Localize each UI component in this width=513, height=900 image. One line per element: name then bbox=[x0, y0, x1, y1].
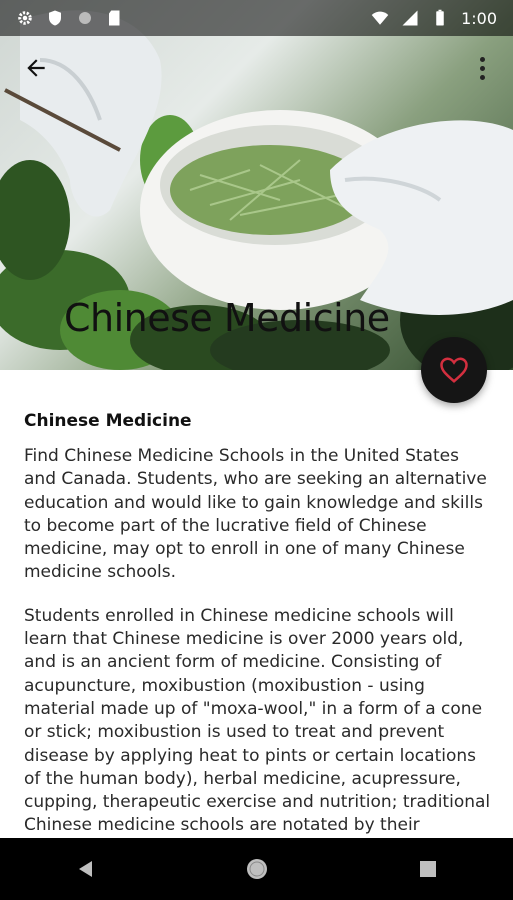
status-time: 1:00 bbox=[461, 8, 497, 28]
more-vert-icon bbox=[479, 56, 485, 62]
nav-recents-button[interactable] bbox=[398, 844, 458, 894]
article-title: Chinese Medicine bbox=[24, 411, 192, 431]
nav-home-button[interactable] bbox=[227, 844, 287, 894]
more-vert-dot bbox=[479, 74, 485, 80]
status-right-icons: 1:00 bbox=[371, 9, 497, 28]
battery-icon bbox=[436, 9, 444, 26]
status-left-icons bbox=[16, 9, 124, 27]
circle-icon bbox=[79, 12, 91, 24]
navigation-bar bbox=[0, 838, 513, 900]
more-vert-dot bbox=[479, 65, 485, 71]
more-options-button[interactable] bbox=[467, 50, 497, 86]
article-content[interactable]: Chinese Medicine Find Chinese Medicine S… bbox=[24, 405, 494, 837]
arrow-back-icon bbox=[27, 59, 45, 77]
article-paragraph: Students enrolled in Chinese medicine sc… bbox=[24, 605, 491, 836]
recents-square-icon bbox=[419, 861, 436, 877]
hero-image: Chinese Medicine bbox=[0, 0, 513, 370]
hero-title: Chinese Medicine bbox=[64, 296, 390, 340]
favorite-button[interactable] bbox=[421, 337, 487, 403]
status-bar: 1:00 bbox=[0, 0, 513, 36]
heart-outline-icon bbox=[440, 357, 468, 383]
signal-icon bbox=[402, 10, 418, 26]
sd-card-icon bbox=[109, 10, 120, 26]
nav-back-button[interactable] bbox=[56, 844, 116, 894]
gear-icon bbox=[18, 11, 32, 25]
shield-icon bbox=[49, 10, 61, 26]
back-triangle-icon bbox=[78, 861, 92, 877]
back-button[interactable] bbox=[18, 50, 54, 86]
wifi-icon bbox=[371, 11, 389, 25]
home-circle-icon bbox=[246, 859, 267, 879]
article-paragraph: Find Chinese Medicine Schools in the Uni… bbox=[24, 446, 487, 583]
